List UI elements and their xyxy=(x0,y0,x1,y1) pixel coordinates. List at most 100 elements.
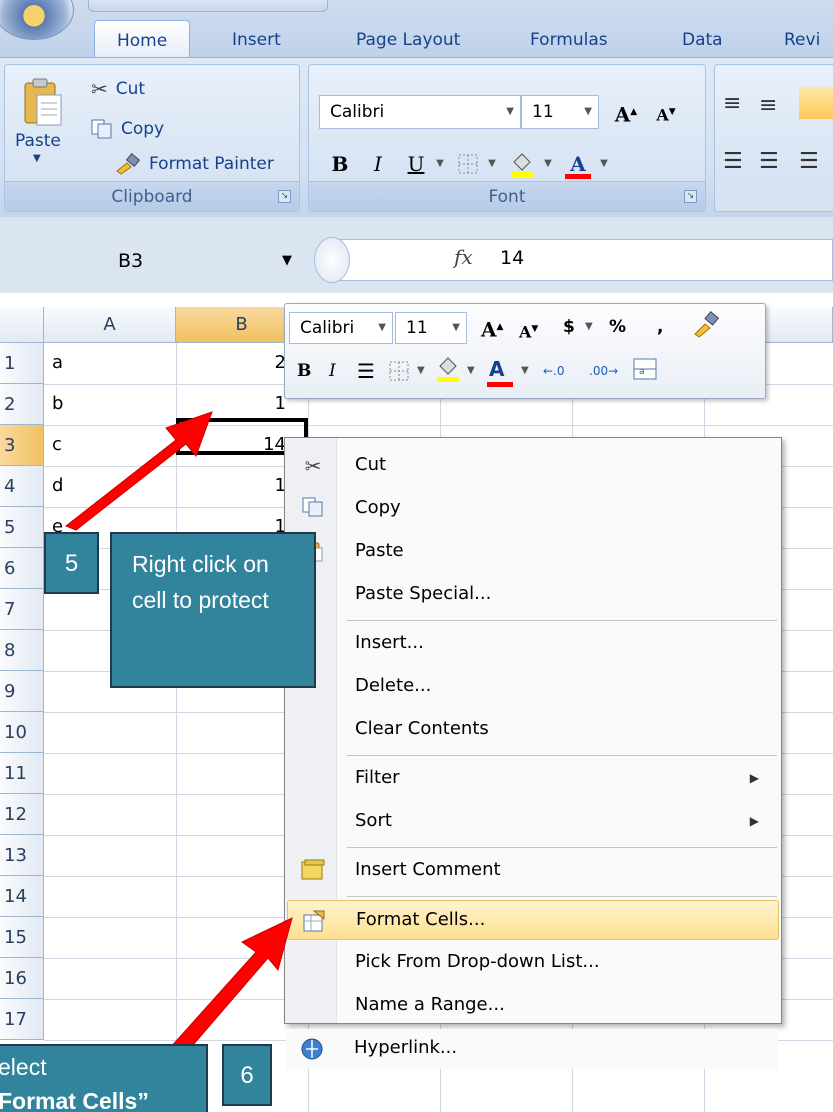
row-header[interactable]: 1 xyxy=(0,343,44,384)
italic-button[interactable]: I xyxy=(361,147,395,181)
insert-function-icon[interactable]: fx xyxy=(454,245,473,269)
name-box[interactable]: B3 ▼ xyxy=(0,241,300,281)
mini-font-color-button[interactable]: A xyxy=(487,354,513,387)
row-header[interactable]: 11 xyxy=(0,753,44,794)
chevron-down-icon[interactable]: ▼ xyxy=(282,241,292,281)
menu-item-pick-from-list[interactable]: Pick From Drop-down List... xyxy=(287,943,779,983)
formula-bar-handle[interactable] xyxy=(314,237,350,283)
mini-format-painter-button[interactable] xyxy=(693,310,721,348)
align-center-icon[interactable]: ☰ xyxy=(759,149,779,174)
increase-decimal-icon[interactable]: ←.0 xyxy=(543,356,565,386)
chevron-down-icon[interactable]: ▼ xyxy=(539,147,557,181)
decrease-decimal-icon[interactable]: .00→ xyxy=(589,356,618,386)
quick-access-toolbar[interactable] xyxy=(88,0,328,12)
menu-item-sort[interactable]: Sort ▶ xyxy=(287,802,779,842)
mini-comma-button[interactable]: , xyxy=(657,312,663,342)
menu-item-label: Insert... xyxy=(355,632,424,653)
font-size-combo[interactable]: 11 ▼ xyxy=(521,95,599,129)
row-header[interactable]: 13 xyxy=(0,835,44,876)
row-header[interactable]: 12 xyxy=(0,794,44,835)
row-header[interactable]: 15 xyxy=(0,917,44,958)
mini-grow-font-button[interactable]: A▲ xyxy=(481,312,503,345)
paste-button[interactable]: Paste ▼ xyxy=(15,75,75,173)
font-name-combo[interactable]: Calibri ▼ xyxy=(319,95,521,129)
align-left-icon[interactable]: ☰ xyxy=(723,149,743,174)
shrink-font-button[interactable]: A▼ xyxy=(649,95,683,129)
cell-a[interactable]: a xyxy=(52,345,63,381)
chevron-down-icon[interactable]: ▼ xyxy=(506,96,514,128)
chevron-down-icon[interactable]: ▼ xyxy=(417,356,425,386)
chevron-down-icon[interactable]: ▼ xyxy=(483,147,501,181)
chevron-down-icon[interactable]: ▼ xyxy=(467,356,475,386)
row-header[interactable]: 7 xyxy=(0,589,44,630)
office-button[interactable] xyxy=(0,0,74,40)
select-all-corner[interactable] xyxy=(0,307,44,343)
row-header[interactable]: 16 xyxy=(0,958,44,999)
mini-currency-button[interactable]: $ xyxy=(563,312,575,342)
menu-item-insert[interactable]: Insert... xyxy=(287,624,779,664)
chevron-down-icon[interactable]: ▼ xyxy=(452,313,460,343)
formula-bar: B3 ▼ fx 14 xyxy=(0,217,833,293)
menu-item-filter[interactable]: Filter ▶ xyxy=(287,759,779,799)
row-header[interactable]: 14 xyxy=(0,876,44,917)
bold-button[interactable]: B xyxy=(323,147,357,181)
mini-italic-button[interactable]: I xyxy=(329,356,336,386)
row-header[interactable]: 6 xyxy=(0,548,44,589)
tab-review[interactable]: Revi xyxy=(784,30,820,50)
row-header[interactable]: 8 xyxy=(0,630,44,671)
merge-center-button[interactable]: a xyxy=(633,358,657,390)
cut-button[interactable]: ✂ Cut xyxy=(91,77,145,101)
clipboard-dialog-launcher[interactable]: ↘ xyxy=(278,190,291,203)
row-header[interactable]: 17 xyxy=(0,999,44,1040)
chevron-down-icon[interactable]: ▼ xyxy=(595,147,613,181)
mini-fill-color-button[interactable] xyxy=(435,354,461,394)
format-painter-button[interactable]: Format Painter xyxy=(115,153,274,175)
menu-item-paste[interactable]: Paste xyxy=(287,532,779,572)
align-bottom-button[interactable] xyxy=(799,87,833,119)
align-middle-icon[interactable]: ≡ xyxy=(759,93,777,118)
column-header-a[interactable]: A xyxy=(44,307,176,343)
row-header[interactable]: 9 xyxy=(0,671,44,712)
align-top-icon[interactable]: ≡ xyxy=(723,91,741,116)
chevron-down-icon[interactable]: ▼ xyxy=(431,147,449,181)
menu-item-insert-comment[interactable]: Insert Comment xyxy=(287,851,779,891)
mini-shrink-font-button[interactable]: A▼ xyxy=(519,314,538,347)
tab-page-layout[interactable]: Page Layout xyxy=(356,30,460,50)
menu-item-paste-special[interactable]: Paste Special... xyxy=(287,575,779,615)
tab-insert[interactable]: Insert xyxy=(232,30,281,50)
mini-borders-button[interactable] xyxy=(389,356,409,391)
tab-formulas[interactable]: Formulas xyxy=(530,30,608,50)
menu-item-cut[interactable]: ✂ Cut xyxy=(287,446,779,486)
fill-color-button[interactable] xyxy=(505,147,539,181)
paste-dropdown-icon[interactable]: ▼ xyxy=(33,153,41,164)
mini-percent-button[interactable]: % xyxy=(609,312,626,342)
copy-label: Copy xyxy=(121,119,165,139)
chevron-down-icon[interactable]: ▼ xyxy=(521,356,529,386)
mini-font-name-combo[interactable]: Calibri ▼ xyxy=(289,312,393,344)
menu-item-hyperlink[interactable]: Hyperlink... xyxy=(286,1029,778,1069)
row-header[interactable]: 10 xyxy=(0,712,44,753)
copy-icon xyxy=(301,497,325,521)
mini-font-size-combo[interactable]: 11 ▼ xyxy=(395,312,467,344)
menu-item-delete[interactable]: Delete... xyxy=(287,667,779,707)
menu-item-name-a-range[interactable]: Name a Range... xyxy=(287,986,779,1026)
borders-button[interactable] xyxy=(451,147,485,181)
copy-button[interactable]: Copy xyxy=(91,119,164,139)
chevron-down-icon[interactable]: ▼ xyxy=(378,313,386,343)
mini-bold-button[interactable]: B xyxy=(297,356,311,386)
mini-center-icon[interactable]: ☰ xyxy=(357,356,375,386)
font-dialog-launcher[interactable]: ↘ xyxy=(684,190,697,203)
menu-item-copy[interactable]: Copy xyxy=(287,489,779,529)
chevron-down-icon[interactable]: ▼ xyxy=(584,96,592,128)
chevron-down-icon[interactable]: ▼ xyxy=(585,312,593,342)
font-color-button[interactable]: A xyxy=(561,147,595,181)
align-right-icon[interactable]: ☰ xyxy=(799,149,819,174)
cell-b[interactable]: 2 xyxy=(176,345,286,381)
tab-home[interactable]: Home xyxy=(94,20,191,62)
menu-item-clear-contents[interactable]: Clear Contents xyxy=(287,710,779,750)
tab-data[interactable]: Data xyxy=(682,30,723,50)
grow-font-button[interactable]: A▲ xyxy=(609,95,643,129)
underline-button[interactable]: U xyxy=(399,147,433,181)
formula-input[interactable] xyxy=(330,239,833,281)
menu-item-format-cells[interactable]: Format Cells... xyxy=(287,900,779,940)
